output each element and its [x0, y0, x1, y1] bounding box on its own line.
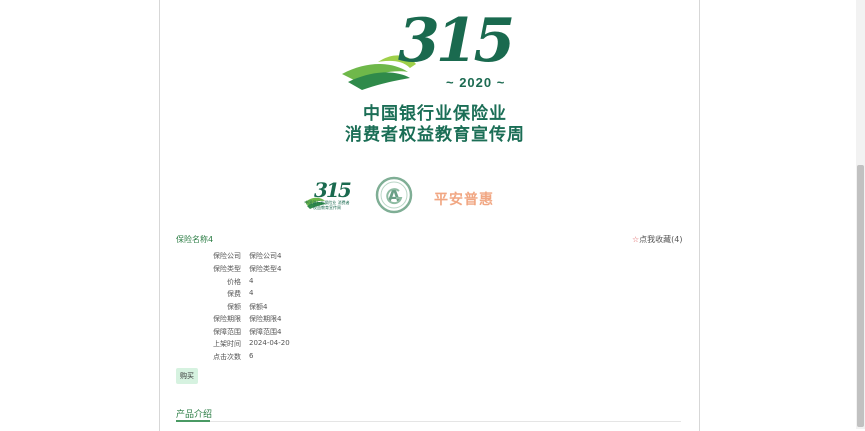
info-label: 保障范围 — [213, 328, 241, 336]
vertical-scrollbar[interactable] — [856, 0, 865, 429]
info-row-type: 保险类型 保险类型4 — [176, 264, 476, 276]
collect-button[interactable]: ☆点我收藏(4) — [632, 234, 683, 245]
info-label: 保险公司 — [213, 252, 241, 260]
info-label: 保险类型 — [213, 265, 241, 273]
info-value: 保险公司4 — [249, 252, 282, 260]
info-label: 保费 — [227, 290, 241, 298]
info-value: 保障范围4 — [249, 328, 282, 336]
info-label: 上架时间 — [213, 340, 241, 348]
small-315-caption: 中国银行业保险业 消费者权益教育宣传周 — [304, 200, 350, 210]
product-name: 保险名称4 — [176, 235, 214, 244]
info-value: 6 — [249, 352, 254, 360]
tab-divider — [176, 421, 681, 422]
tab-product-intro[interactable]: 产品介绍 — [176, 407, 212, 420]
info-row-listed-date: 上架时间 2024-04-20 — [176, 339, 476, 351]
info-row-clicks: 点击次数 6 — [176, 352, 476, 364]
banner-315-number: 315 — [398, 6, 515, 76]
info-value: 保险类型4 — [249, 265, 282, 273]
info-value: 4 — [249, 277, 254, 285]
info-row-price: 价格 4 — [176, 277, 476, 289]
info-row-term: 保险期限 保险期限4 — [176, 314, 476, 326]
info-row-coverage-amount: 保额 保额4 — [176, 302, 476, 314]
banner-title-line2: 消费者权益教育宣传周 — [345, 125, 525, 145]
scrollbar-thumb[interactable] — [857, 165, 864, 427]
info-row-premium: 保费 4 — [176, 289, 476, 301]
info-value: 保额4 — [249, 303, 268, 311]
info-label: 保额 — [227, 303, 241, 311]
ag-logo-icon: A — [375, 176, 413, 214]
banner-title-line1: 中国银行业保险业 — [363, 104, 507, 124]
info-value: 2024-04-20 — [249, 339, 290, 347]
info-label: 保险期限 — [213, 315, 241, 323]
info-row-company: 保险公司 保险公司4 — [176, 251, 476, 263]
info-value: 4 — [249, 289, 254, 297]
info-value: 保险期限4 — [249, 315, 282, 323]
info-label: 价格 — [227, 278, 241, 286]
info-row-scope: 保障范围 保障范围4 — [176, 327, 476, 339]
collect-label: 点我收藏(4) — [639, 235, 683, 244]
tab-active-indicator — [176, 420, 210, 422]
info-label: 点击次数 — [213, 353, 241, 361]
pingan-puhui-logo: 平安普惠 — [434, 192, 494, 208]
buy-button[interactable]: 购买 — [176, 368, 198, 384]
small-315-number: 315 — [314, 178, 352, 202]
banner-year: ~ 2020 ~ — [446, 75, 506, 90]
